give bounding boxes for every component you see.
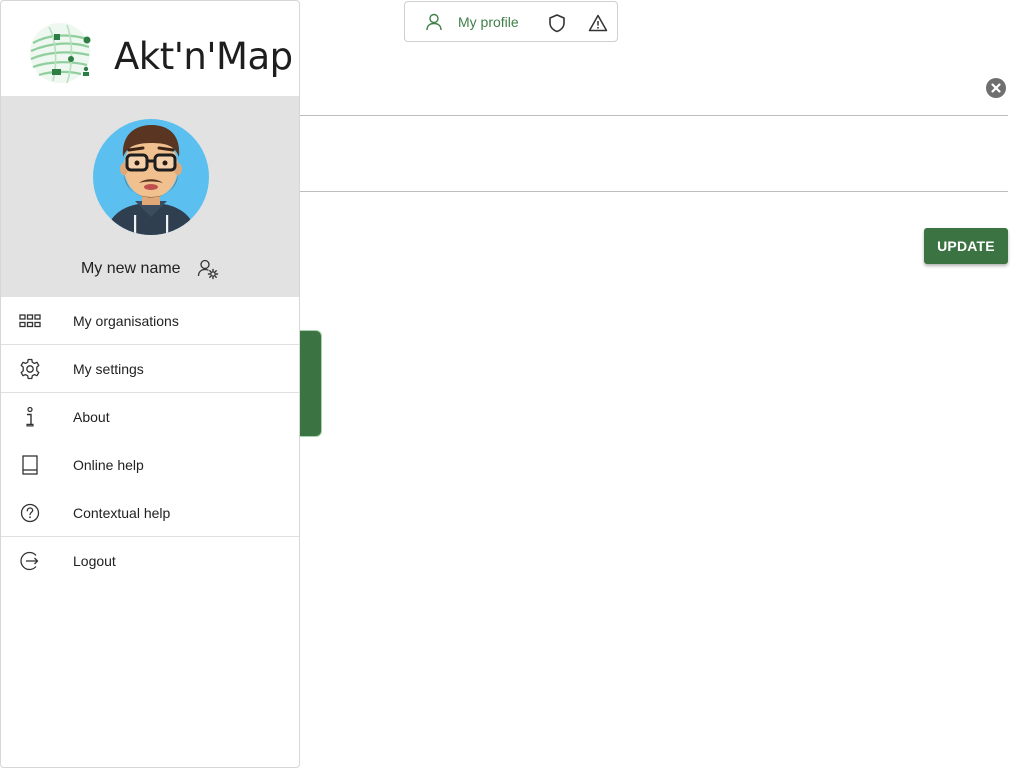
top-toolbar: My profile: [404, 1, 618, 42]
close-icon: [991, 83, 1001, 93]
my-profile-label: My profile: [458, 13, 519, 30]
field-divider: [300, 191, 1008, 192]
brand-header: Akt'n'Map: [1, 1, 299, 96]
gear-icon: [19, 358, 41, 380]
app-name: Akt'n'Map: [114, 35, 293, 78]
drawer-menu: My organisations My settings About Onlin…: [1, 297, 299, 585]
menu-item-online-help[interactable]: Online help: [1, 441, 299, 489]
field-divider: [300, 115, 1008, 116]
close-button[interactable]: [986, 78, 1006, 98]
menu-item-label: Online help: [73, 457, 144, 473]
navigation-drawer: Akt'n'Map My new name My organisations M…: [0, 0, 300, 768]
menu-item-label: My organisations: [73, 312, 179, 329]
update-button[interactable]: UPDATE: [924, 228, 1008, 264]
menu-item-about[interactable]: About: [1, 393, 299, 441]
info-icon: [19, 406, 41, 428]
user-row: My new name: [1, 258, 299, 280]
menu-item-label: Contextual help: [73, 504, 171, 521]
logout-icon: [19, 550, 41, 572]
menu-item-my-organisations[interactable]: My organisations: [1, 297, 299, 345]
avatar: [93, 119, 209, 235]
menu-item-label: Logout: [73, 553, 116, 569]
my-profile-tab[interactable]: My profile: [424, 12, 519, 32]
menu-item-my-settings[interactable]: My settings: [1, 345, 299, 393]
user-profile-panel: My new name: [1, 96, 299, 297]
question-circle-icon: [19, 502, 41, 524]
user-display-name: My new name: [80, 260, 181, 277]
user-icon: [426, 13, 442, 30]
menu-item-label: About: [73, 409, 110, 425]
menu-item-logout[interactable]: Logout: [1, 537, 299, 585]
menu-item-contextual-help[interactable]: Contextual help: [1, 489, 299, 537]
grid-icon: [19, 310, 41, 332]
user-settings-icon[interactable]: [197, 258, 219, 280]
menu-item-label: My settings: [73, 360, 144, 377]
book-icon: [19, 454, 41, 476]
app-logo: [30, 23, 91, 84]
warning-icon[interactable]: [588, 13, 608, 33]
shield-icon[interactable]: [547, 13, 567, 33]
